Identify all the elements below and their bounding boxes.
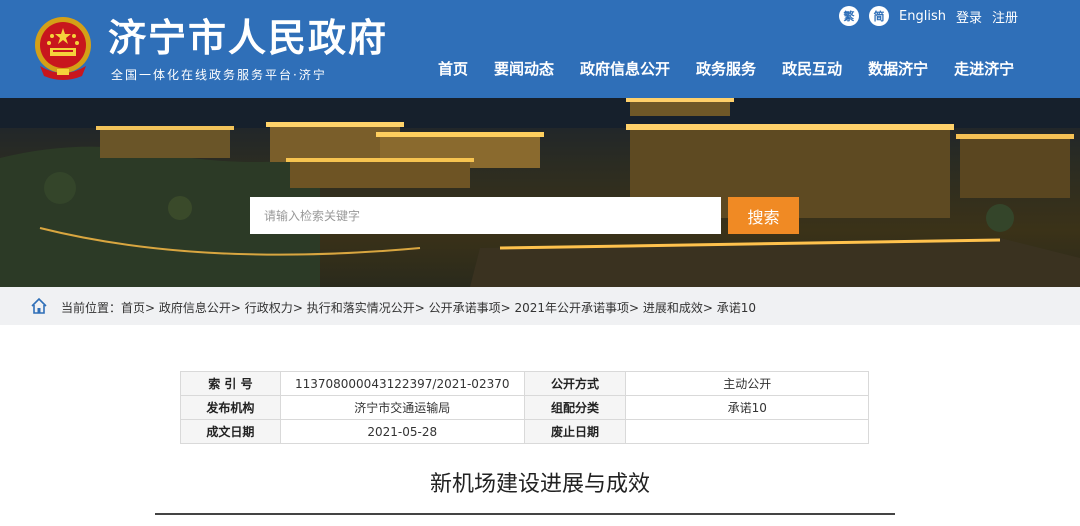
simplified-chinese-button[interactable]: 简: [869, 6, 890, 26]
breadcrumb-item[interactable]: 承诺10: [717, 301, 756, 315]
method-label: 公开方式: [523, 371, 627, 396]
expire-value: [625, 419, 869, 444]
nav-news[interactable]: 要闻动态: [494, 58, 554, 79]
date-label: 成文日期: [180, 419, 281, 444]
table-row: 索 引 号 113708000043122397/2021-02370 公开方式…: [180, 371, 869, 396]
site-subtitle: 全国一体化在线政务服务平台·济宁: [111, 68, 327, 82]
top-links: 繁 简 English 登录 注册: [839, 5, 1018, 27]
table-row: 成文日期 2021-05-28 废止日期: [180, 419, 869, 444]
national-emblem-icon[interactable]: [30, 14, 96, 84]
banner-image: [0, 98, 1080, 287]
register-link[interactable]: 注册: [992, 7, 1018, 26]
breadcrumb-item[interactable]: 进展和成效: [643, 301, 703, 315]
article-title: 新机场建设进展与成效: [429, 472, 650, 497]
english-link[interactable]: English: [899, 9, 946, 24]
nav-home[interactable]: 首页: [438, 58, 468, 79]
traditional-chinese-button[interactable]: 繁: [839, 6, 860, 26]
document-info-table: 索 引 号 113708000043122397/2021-02370 公开方式…: [180, 371, 869, 444]
breadcrumb-item[interactable]: 2021年公开承诺事项: [514, 301, 629, 315]
nav-data[interactable]: 数据济宁: [868, 58, 928, 79]
table-row: 发布机构 济宁市交通运输局 组配分类 承诺10: [180, 395, 869, 420]
index-label: 索 引 号: [180, 371, 281, 396]
nav-about[interactable]: 走进济宁: [954, 58, 1014, 79]
method-value: 主动公开: [625, 371, 869, 396]
breadcrumb-item[interactable]: 公开承诺事项: [429, 301, 501, 315]
breadcrumb-label: 当前位置：: [61, 301, 122, 315]
breadcrumb-item[interactable]: 执行和落实情况公开: [307, 301, 415, 315]
login-link[interactable]: 登录: [956, 7, 982, 26]
org-value: 济宁市交通运输局: [279, 395, 525, 420]
category-value: 承诺10: [625, 395, 869, 420]
breadcrumb-item[interactable]: 行政权力: [245, 301, 293, 315]
expire-label: 废止日期: [523, 419, 627, 444]
nav-interaction[interactable]: 政民互动: [782, 58, 842, 79]
title-divider: [155, 513, 895, 515]
night-buildings-illustration: [0, 98, 1080, 287]
site-title[interactable]: 济宁市人民政府: [108, 14, 388, 62]
breadcrumb-item[interactable]: 首页: [121, 301, 145, 315]
org-label: 发布机构: [180, 395, 281, 420]
nav-gov-info[interactable]: 政府信息公开: [580, 58, 670, 79]
breadcrumb-item[interactable]: 政府信息公开: [159, 301, 231, 315]
main-nav: 首页 要闻动态 政府信息公开 政务服务 政民互动 数据济宁 走进济宁: [438, 58, 1040, 79]
breadcrumb: 当前位置：首页> 政府信息公开> 行政权力> 执行和落实情况公开> 公开承诺事项…: [61, 301, 757, 315]
index-value: 113708000043122397/2021-02370: [279, 371, 525, 396]
category-label: 组配分类: [523, 395, 627, 420]
search-button[interactable]: 搜索: [728, 197, 799, 234]
nav-services[interactable]: 政务服务: [696, 58, 756, 79]
home-icon[interactable]: [30, 297, 48, 315]
search-input[interactable]: 请输入检索关键字: [250, 197, 721, 234]
date-value: 2021-05-28: [279, 419, 525, 444]
site-header: 济宁市人民政府 全国一体化在线政务服务平台·济宁 繁 简 English 登录 …: [0, 0, 1080, 98]
